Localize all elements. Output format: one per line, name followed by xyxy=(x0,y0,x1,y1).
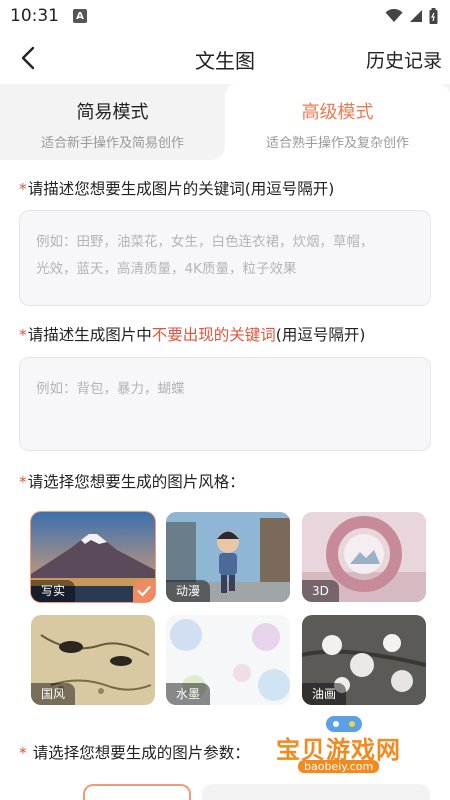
keywords-label-text: 请描述您想要生成图片的关键词(用逗号隔开) xyxy=(27,180,335,198)
status-icons xyxy=(385,8,438,24)
advanced-form: *请描述您想要生成图片的关键词(用逗号隔开) 例如：田野，油菜花，女生，白色连衣… xyxy=(0,160,450,800)
negative-keywords-input[interactable]: 例如：背包，暴力，蝴蝶 xyxy=(19,357,431,451)
style-option-label: 国风 xyxy=(31,683,76,705)
style-label-text: 请选择您想要生成的图片风格： xyxy=(27,473,245,491)
tab-simple-mode-desc: 适合新手操作及简易创作 xyxy=(40,136,184,151)
keywords-placeholder-line2: 光效，蓝天，高清质量，4K质量，粒子效果 xyxy=(36,261,297,277)
negative-label-highlight: 不要出现的关键词 xyxy=(151,326,276,344)
params-label-text: 请选择您想要生成的图片参数： xyxy=(32,744,250,762)
required-star: * xyxy=(19,473,27,491)
style-option-realistic[interactable]: 写实 xyxy=(30,511,156,603)
style-option-chinese[interactable]: 国风 xyxy=(31,615,155,705)
style-label: *请选择您想要生成的图片风格： xyxy=(19,470,245,492)
required-star: * xyxy=(19,326,27,344)
param-option-selected[interactable] xyxy=(83,784,191,800)
tab-advanced-mode-name: 高级模式 xyxy=(301,102,374,123)
tab-corner-decoration xyxy=(211,146,225,160)
style-option-ink[interactable]: 水墨 xyxy=(166,615,290,705)
battery-icon xyxy=(429,8,438,24)
status-time: 10:31 xyxy=(10,6,59,26)
history-button[interactable]: 历史记录 xyxy=(366,46,442,73)
negative-label-prefix: 请描述生成图片中 xyxy=(27,326,152,344)
keywords-input[interactable]: 例如：田野，油菜花，女生，白色连衣裙，炊烟，草帽， 光效，蓝天，高清质量，4K质… xyxy=(19,210,431,306)
watermark-url: baobeiy.com xyxy=(298,760,380,773)
signal-icon xyxy=(410,10,422,22)
params-label: * 请选择您想要生成的图片参数： xyxy=(19,741,250,763)
style-option-label: 动漫 xyxy=(166,580,211,602)
required-star: * xyxy=(19,180,27,198)
checkmark-icon xyxy=(133,580,155,602)
keywords-placeholder-line1: 例如：田野，油菜花，女生，白色连衣裙，炊烟，草帽， xyxy=(36,234,374,250)
notification-a-icon: A xyxy=(73,9,87,23)
tab-advanced-mode[interactable]: 高级模式 适合熟手操作及复杂创作 xyxy=(225,84,450,160)
keywords-label: *请描述您想要生成图片的关键词(用逗号隔开) xyxy=(19,177,334,199)
nav-bar: 文生图 历史记录 xyxy=(0,32,450,84)
param-option[interactable] xyxy=(202,784,430,800)
mode-tabs: 简易模式 适合新手操作及简易创作 高级模式 适合熟手操作及复杂创作 xyxy=(0,84,450,160)
style-option-label: 写实 xyxy=(31,580,76,602)
negative-keywords-label: *请描述生成图片中不要出现的关键词(用逗号隔开) xyxy=(19,323,365,345)
negative-placeholder: 例如：背包，暴力，蝴蝶 xyxy=(36,381,185,397)
wifi-icon xyxy=(385,9,403,22)
tab-simple-mode-name: 简易模式 xyxy=(76,102,149,123)
style-option-anime[interactable]: 动漫 xyxy=(166,512,290,602)
status-bar: 10:31 A xyxy=(0,0,450,32)
negative-label-suffix: (用逗号隔开) xyxy=(275,326,366,344)
tab-advanced-mode-desc: 适合熟手操作及复杂创作 xyxy=(265,136,409,151)
tab-simple-mode[interactable]: 简易模式 适合新手操作及简易创作 xyxy=(0,84,225,160)
style-option-label: 油画 xyxy=(302,683,347,705)
watermark-logo: 宝贝游戏网 baobeiy.com xyxy=(276,714,426,776)
style-option-label: 3D xyxy=(302,580,339,602)
style-option-3d[interactable]: 3D xyxy=(302,512,426,602)
required-star: * xyxy=(19,744,27,762)
style-option-oil[interactable]: 油画 xyxy=(302,615,426,705)
style-option-label: 水墨 xyxy=(166,683,211,705)
